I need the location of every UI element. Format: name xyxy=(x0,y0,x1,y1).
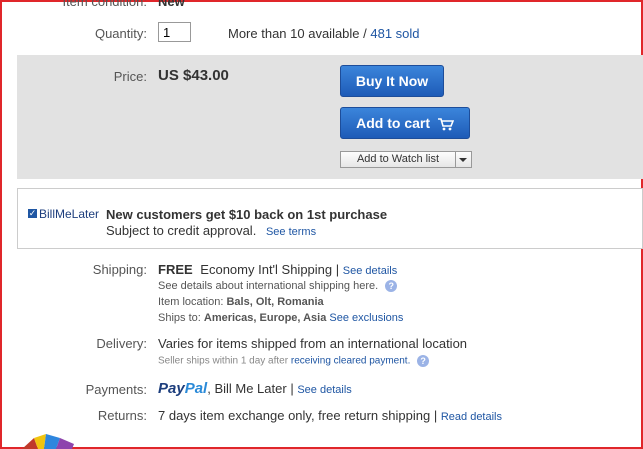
quantity-label: Quantity: xyxy=(94,26,147,41)
see-exclusions-link[interactable]: See exclusions xyxy=(329,312,403,324)
payments-row: PayPal, Bill Me Later | See details xyxy=(158,380,352,397)
available-text: More than 10 available xyxy=(228,26,360,41)
sold-count-link[interactable]: 481 sold xyxy=(370,26,419,41)
shipping-free: FREE xyxy=(158,262,193,277)
watch-list-label: Add to Watch list xyxy=(356,153,440,165)
delivery-value: Varies for items shipped from an interna… xyxy=(158,336,468,351)
delivery-label: Delivery: xyxy=(96,336,147,351)
see-terms-link[interactable]: See terms xyxy=(266,226,316,238)
payments-details-link[interactable]: See details xyxy=(297,384,351,396)
item-condition-label: Item condition: xyxy=(62,0,147,9)
ships-to-value: Americas, Europe, Asia xyxy=(203,312,327,324)
returns-label: Returns: xyxy=(97,408,147,423)
buy-it-now-button[interactable]: Buy It Now xyxy=(340,65,444,97)
returns-pipe: | xyxy=(433,408,438,423)
check-icon: ✓ xyxy=(28,208,37,218)
item-condition-value: New xyxy=(158,0,185,9)
price-label: Price: xyxy=(113,69,147,84)
shipping-row: FREE Economy Int'l Shipping | See detail… xyxy=(158,262,397,277)
payments-label: Payments: xyxy=(85,382,147,397)
payments-pipe: | xyxy=(290,381,294,396)
availability-separator: / xyxy=(359,26,371,41)
help-icon[interactable]: ? xyxy=(417,355,430,367)
bml-subtext: Subject to credit approval. xyxy=(106,223,257,238)
add-to-watch-list-button[interactable]: Add to Watch list xyxy=(340,151,472,168)
delivery-note: Seller ships within 1 day after xyxy=(158,355,289,367)
returns-value: 7 days item exchange only, free return s… xyxy=(158,408,431,423)
ships-to-label: Ships to: xyxy=(158,312,201,324)
quantity-input[interactable] xyxy=(158,22,191,42)
paypal-pal-text: Pal xyxy=(184,380,208,397)
add-to-cart-label: Add to cart xyxy=(356,115,430,131)
read-details-link[interactable]: Read details xyxy=(441,411,502,423)
bml-subtext-row: Subject to credit approval. See terms xyxy=(106,223,316,238)
intl-shipping-row: See details about international shipping… xyxy=(158,280,398,293)
cleared-payment-link[interactable]: receiving cleared payment. xyxy=(291,356,411,367)
payments-value: , Bill Me Later xyxy=(207,381,287,396)
partial-logo-icon xyxy=(22,434,74,449)
paypal-pay-text: Pay xyxy=(158,380,185,397)
cart-icon xyxy=(437,117,454,131)
watch-list-divider xyxy=(455,152,456,167)
bill-me-later-logo[interactable]: ✓ BillMeLater xyxy=(28,207,99,221)
shipping-details-link[interactable]: See details xyxy=(343,265,397,277)
shipping-label: Shipping: xyxy=(92,262,147,277)
ships-to-row: Ships to: Americas, Europe, Asia See exc… xyxy=(158,312,403,324)
chevron-down-icon[interactable] xyxy=(459,158,467,162)
add-to-cart-button[interactable]: Add to cart xyxy=(340,107,470,139)
availability-text: More than 10 available / 481 sold xyxy=(228,26,420,41)
item-location-row: Item location: Bals, Olt, Romania xyxy=(158,296,324,308)
bml-headline: New customers get $10 back on 1st purcha… xyxy=(106,207,388,222)
help-icon[interactable]: ? xyxy=(385,280,398,293)
price-value: US $43.00 xyxy=(158,67,229,84)
delivery-note-row: Seller ships within 1 day after receivin… xyxy=(158,355,430,367)
returns-row: 7 days item exchange only, free return s… xyxy=(158,408,502,423)
paypal-logo: PayPal xyxy=(158,380,207,397)
bill-me-later-promo: ✓ BillMeLater New customers get $10 back… xyxy=(17,188,643,249)
shipping-pipe: | xyxy=(335,262,340,277)
item-location-value: Bals, Olt, Romania xyxy=(226,296,324,308)
intl-shipping-text[interactable]: See details about international shipping… xyxy=(158,280,378,292)
bill-me-later-logo-text: BillMeLater xyxy=(39,207,100,221)
shipping-method: Economy Int'l Shipping xyxy=(200,262,333,277)
item-location-label: Item location: xyxy=(158,296,224,308)
